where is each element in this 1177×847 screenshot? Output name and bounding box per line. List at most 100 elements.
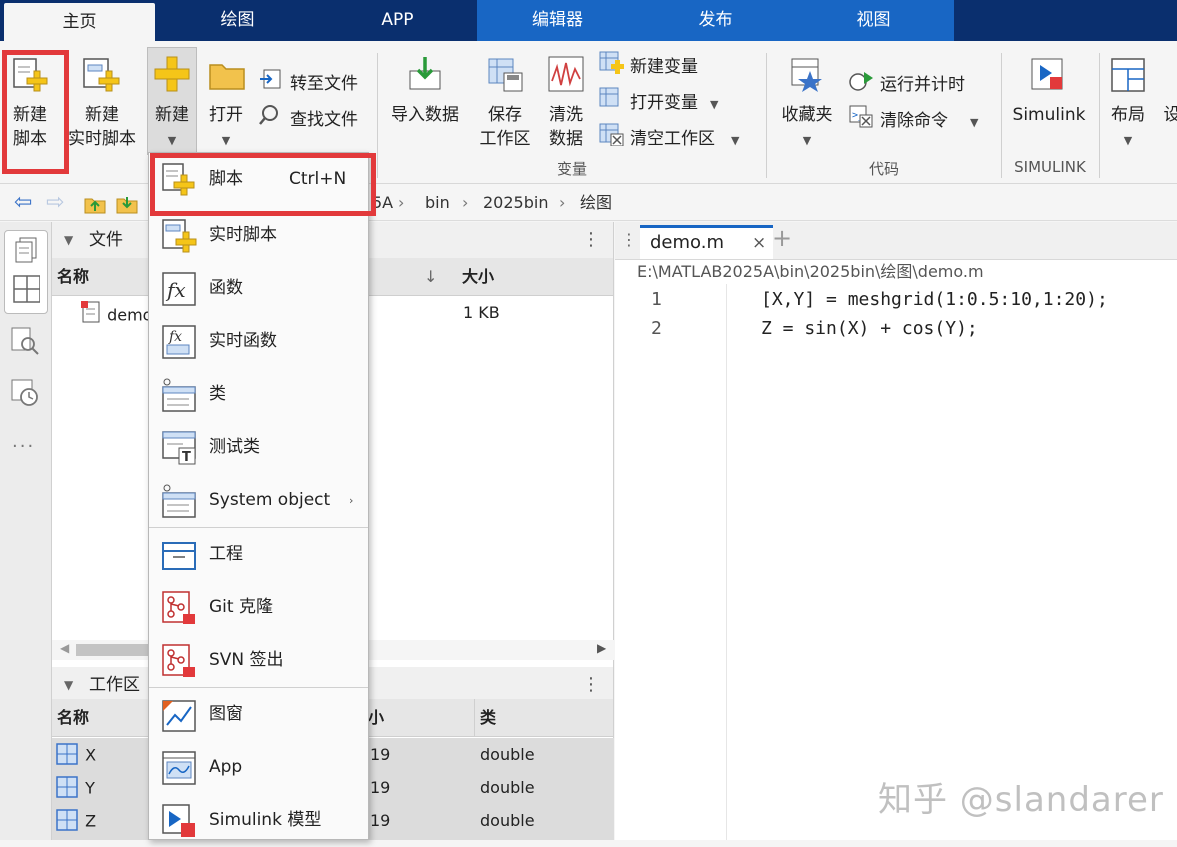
more-icon[interactable]: ··· <box>12 436 35 457</box>
close-icon[interactable]: × <box>752 228 766 258</box>
scroll-left-icon[interactable]: ◀ <box>60 641 69 655</box>
collapse-icon[interactable]: ▼ <box>64 222 73 258</box>
settings-button[interactable]: 设 <box>1162 103 1177 127</box>
menu-item-git-clone[interactable]: Git 克隆 <box>149 581 368 634</box>
layout-button[interactable]: 布局 <box>1104 103 1152 127</box>
menu-item-label: System object <box>209 490 331 510</box>
clear-workspace-button[interactable]: 清空工作区 ▼ <box>598 122 739 152</box>
new-dropdown-menu: 脚本 Ctrl+N 实时脚本 fx 函数 fx 实时函数 类 T 测试类 Sys… <box>148 152 369 840</box>
workspace-panel-icon[interactable] <box>12 274 41 308</box>
table-row[interactable]: X <box>56 743 96 769</box>
workspace-panel-title: 工作区 <box>89 675 140 695</box>
menu-item-figure[interactable]: 图窗 <box>149 688 368 741</box>
import-data-button[interactable]: 导入数据 <box>386 103 464 127</box>
chevron-down-icon: ▼ <box>802 134 812 147</box>
divider <box>1099 53 1100 178</box>
stopwatch-icon <box>848 68 874 102</box>
variable-icon <box>56 809 80 835</box>
open-variable-label: 打开变量 <box>630 93 698 113</box>
menu-item-label: 图窗 <box>209 704 243 724</box>
simulink-icon <box>1030 57 1066 97</box>
menu-item-class[interactable]: 类 <box>149 368 368 421</box>
tab-view[interactable]: 视图 <box>796 0 951 41</box>
find-panel-icon[interactable] <box>10 326 40 360</box>
new-live-script-button[interactable]: 新建 实时脚本 <box>66 103 138 151</box>
line-number: 2 <box>651 318 662 339</box>
tab-home[interactable]: 主页 <box>4 3 155 41</box>
menu-item-function[interactable]: fx 函数 <box>149 262 368 315</box>
panel-menu-icon[interactable]: ⋮ <box>582 222 600 258</box>
tab-publish[interactable]: 发布 <box>638 0 793 41</box>
menu-item-simulink-model[interactable]: Simulink 模型 <box>149 794 368 847</box>
favorites-button[interactable]: 收藏夹 <box>776 103 838 127</box>
run-and-time-button[interactable]: 运行并计时 <box>848 68 965 98</box>
column-value[interactable]: 小 <box>368 699 384 737</box>
menu-item-label: 类 <box>209 384 226 404</box>
live-script-icon <box>161 218 197 259</box>
editor-tab[interactable]: demo.m × <box>640 225 773 259</box>
breadcrumb-item[interactable]: bin <box>425 185 450 221</box>
save-workspace-button[interactable]: 保存 工作区 <box>474 103 536 151</box>
chevron-down-icon: ▼ <box>1123 134 1133 147</box>
clean-data-button[interactable]: 清洗 数据 <box>540 103 592 151</box>
new-button-label: 新建 <box>155 105 189 125</box>
line-number: 1 <box>651 289 662 310</box>
menu-item-test-class[interactable]: T 测试类 <box>149 421 368 474</box>
clear-workspace-label: 清空工作区 <box>630 129 715 149</box>
sort-arrow-icon[interactable]: ↓ <box>424 258 437 296</box>
scroll-right-icon[interactable]: ▶ <box>597 641 606 655</box>
column-name[interactable]: 名称 <box>57 258 89 296</box>
simulink-button[interactable]: Simulink <box>1008 103 1090 127</box>
menu-item-project[interactable]: 工程 <box>149 528 368 581</box>
column-name[interactable]: 名称 <box>57 699 89 737</box>
up-folder-icon[interactable] <box>84 185 106 221</box>
menu-item-svn-checkout[interactable]: SVN 签出 <box>149 634 368 687</box>
tab-plots[interactable]: 绘图 <box>160 0 315 41</box>
function-icon: fx <box>161 271 197 312</box>
breadcrumb-item[interactable]: 2025bin <box>483 185 548 221</box>
code-line[interactable]: Z = sin(X) + cos(Y); <box>761 318 978 339</box>
highlight-script-menu-item <box>150 153 376 216</box>
browse-folder-icon[interactable] <box>116 185 140 221</box>
breadcrumb-item[interactable]: 绘图 <box>580 185 612 221</box>
forward-icon[interactable]: ⇨ <box>46 185 64 221</box>
scrollbar-thumb[interactable] <box>76 644 151 656</box>
menu-item-live-script[interactable]: 实时脚本 <box>149 209 368 262</box>
history-panel-icon[interactable] <box>10 378 40 412</box>
svn-icon <box>161 643 197 684</box>
column-divider <box>474 699 475 737</box>
table-row[interactable]: Z <box>56 809 96 835</box>
code-line[interactable]: [X,Y] = meshgrid(1:0.5:10,1:20); <box>761 289 1108 310</box>
chevron-down-icon: ▼ <box>731 134 740 147</box>
variable-name: Z <box>85 811 97 831</box>
files-panel-icon[interactable] <box>12 236 40 270</box>
editor-menu-icon[interactable]: ⋮ <box>621 230 637 249</box>
variable-size: 19 <box>370 778 391 797</box>
variable-name: X <box>85 745 97 765</box>
submenu-arrow-icon: › <box>349 494 354 507</box>
new-variable-label: 新建变量 <box>630 57 698 77</box>
divider <box>766 53 767 178</box>
file-row[interactable]: demo <box>80 300 152 326</box>
add-tab-icon[interactable]: + <box>772 224 792 252</box>
menu-item-label: Simulink 模型 <box>209 810 322 830</box>
menu-item-live-function[interactable]: fx 实时函数 <box>149 315 368 368</box>
menu-item-system-object[interactable]: System object › <box>149 474 368 527</box>
goto-file-button[interactable]: 转至文件 <box>258 68 358 98</box>
tab-apps[interactable]: APP <box>320 0 475 41</box>
new-variable-button[interactable]: 新建变量 <box>598 50 698 80</box>
open-variable-button[interactable]: 打开变量 ▼ <box>598 86 718 116</box>
collapse-icon[interactable]: ▼ <box>64 667 73 703</box>
panel-menu-icon[interactable]: ⋮ <box>582 667 600 703</box>
column-class[interactable]: 类 <box>480 699 496 737</box>
back-icon[interactable]: ⇦ <box>14 185 32 221</box>
menu-item-app[interactable]: App <box>149 741 368 794</box>
open-button[interactable]: 打开 <box>204 103 248 127</box>
find-files-button[interactable]: 查找文件 <box>258 104 358 134</box>
table-row[interactable]: Y <box>56 776 95 802</box>
menu-item-label: 测试类 <box>209 437 260 457</box>
clear-commands-button[interactable]: >_ 清除命令 ▼ <box>848 104 978 134</box>
column-size[interactable]: 大小 <box>462 258 494 296</box>
group-label-code: 代码 <box>868 160 899 178</box>
tab-editor[interactable]: 编辑器 <box>480 0 635 41</box>
